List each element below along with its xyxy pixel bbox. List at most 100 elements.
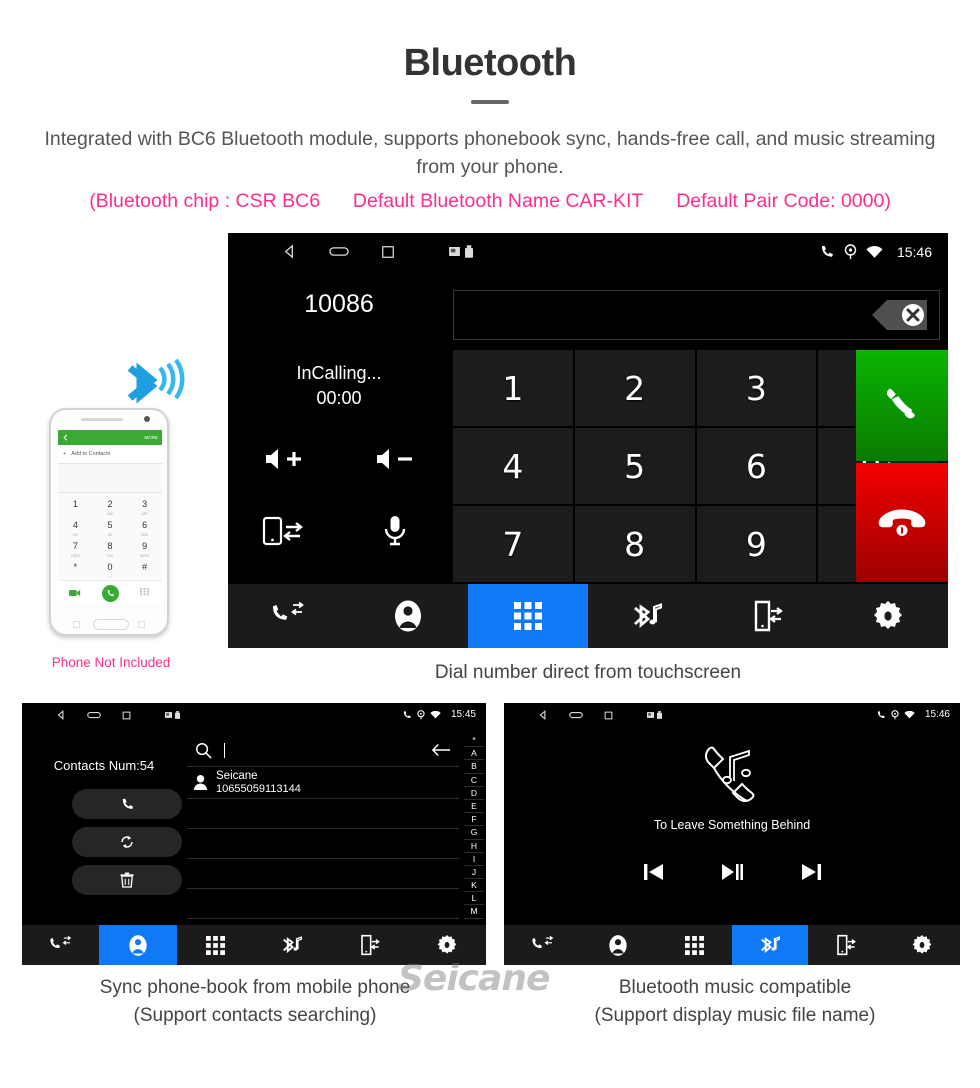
index-letter[interactable]: B [464, 760, 484, 774]
bluetooth-logo-icon [112, 346, 202, 412]
contacts-count: Contacts Num:54 [53, 758, 155, 773]
spec-pair-code: Default Pair Code: 0000) [676, 190, 891, 212]
location-icon [844, 244, 857, 259]
alphabet-index[interactable]: * A B C D E F G H I J K L M [464, 734, 484, 919]
next-track-button[interactable] [801, 863, 821, 886]
plus-icon: + [63, 451, 67, 457]
key-4[interactable]: 4 [453, 428, 573, 504]
volume-down-button[interactable] [339, 433, 450, 485]
contact-row-empty[interactable] [187, 829, 459, 859]
index-letter[interactable]: E [464, 800, 484, 814]
answer-call-button[interactable] [856, 350, 948, 461]
location-icon [417, 709, 425, 719]
key-7[interactable]: 7 [453, 506, 573, 582]
previous-icon [643, 864, 663, 880]
key-3[interactable]: 3 [696, 350, 817, 426]
index-letter[interactable]: F [464, 813, 484, 827]
nav-contacts[interactable] [580, 925, 656, 965]
nav-bluetooth-music[interactable] [588, 584, 708, 648]
key-2[interactable]: 2 [574, 350, 695, 426]
nav-keypad[interactable] [656, 925, 732, 965]
mobile-phone-illustration: MORE + Add to Contacts 1 2 ABC 3 DEF 4 GHI … [49, 408, 169, 636]
contacts-sync-button[interactable] [72, 827, 182, 857]
wifi-icon [866, 245, 883, 258]
phone-key: 3 DEF [141, 499, 148, 516]
dialer-caption: Dial number direct from touchscreen [434, 662, 742, 683]
search-icon [196, 743, 212, 759]
sd-card-icon [647, 712, 654, 718]
phone-key: * [73, 562, 78, 572]
nav-settings[interactable] [828, 584, 948, 648]
page-description: Integrated with BC6 Bluetooth module, su… [44, 128, 936, 178]
phone-key: 9 WXYZ [140, 541, 150, 558]
contacts-call-button[interactable] [72, 789, 182, 819]
contact-number: 10655059113144 [216, 782, 301, 795]
microphone-mute-button[interactable] [339, 505, 450, 557]
contact-row-empty[interactable] [187, 799, 459, 829]
phone-keypad-row: 1 2 ABC 3 DEF [58, 496, 162, 517]
key-8[interactable]: 8 [574, 506, 695, 582]
trash-icon [120, 872, 134, 888]
index-letter[interactable]: K [464, 879, 484, 893]
contact-row-empty[interactable] [187, 859, 459, 889]
key-6[interactable]: 6 [696, 428, 817, 504]
volume-up-button[interactable] [228, 433, 339, 485]
phone-screen: MORE + Add to Contacts 1 2 ABC 3 DEF 4 GHI … [58, 430, 162, 605]
nav-bluetooth-music[interactable] [732, 925, 808, 965]
contacts-list: Seicane 10655059113144 [187, 767, 459, 919]
sync-icon [121, 835, 133, 849]
status-time: 15:45 [450, 709, 476, 720]
end-call-button[interactable] [856, 463, 948, 582]
nav-call-log[interactable] [22, 925, 100, 965]
index-letter[interactable]: L [464, 892, 484, 906]
next-icon [801, 864, 821, 880]
phone-videocall-icon [58, 589, 93, 597]
backspace-button[interactable] [871, 298, 929, 337]
phone-transfer-icon [754, 600, 783, 632]
nav-contacts[interactable] [348, 584, 468, 648]
nav-contacts[interactable] [99, 925, 177, 965]
key-5[interactable]: 5 [574, 428, 695, 504]
contacts-delete-button[interactable] [72, 865, 182, 895]
contact-row[interactable]: Seicane 10655059113144 [187, 767, 459, 799]
nav-settings[interactable] [884, 925, 960, 965]
number-input-field[interactable] [453, 290, 940, 340]
phone-call-button [93, 584, 128, 602]
status-bar: 15:46 [504, 703, 960, 729]
index-letter[interactable]: J [464, 866, 484, 880]
phone-keypad: 1 2 ABC 3 DEF 4 GHI 5 JKL 6 MNO 7 PQRS 8 TUV 9W… [58, 493, 162, 580]
search-caret [224, 743, 225, 758]
index-letter[interactable]: H [464, 840, 484, 853]
status-time: 15:46 [896, 244, 932, 260]
index-letter[interactable]: D [464, 787, 484, 800]
gear-icon [912, 935, 932, 954]
bluetooth-music-icon [634, 603, 662, 629]
key-1[interactable]: 1 [453, 350, 573, 426]
phone-action-row [58, 580, 162, 605]
index-letter[interactable]: G [464, 826, 484, 840]
nav-phone-transfer[interactable] [808, 925, 884, 965]
index-letter[interactable]: M [464, 905, 484, 919]
nav-keypad[interactable] [468, 584, 588, 648]
call-log-icon [50, 935, 72, 948]
previous-track-button[interactable] [643, 863, 664, 886]
contact-row-empty[interactable] [187, 889, 459, 919]
contacts-search-bar[interactable] [187, 735, 459, 767]
index-letter[interactable]: A [464, 747, 484, 761]
index-letter[interactable]: * [464, 734, 484, 748]
index-letter[interactable]: C [464, 774, 484, 787]
nav-call-log[interactable] [228, 584, 348, 648]
android-back-icon [57, 710, 64, 720]
nav-phone-transfer[interactable] [708, 584, 828, 648]
key-9[interactable]: 9 [696, 506, 817, 582]
play-pause-button[interactable] [721, 863, 743, 886]
location-icon [891, 709, 899, 719]
phone-key: 1 [72, 499, 78, 509]
phone-menu-key [73, 621, 80, 628]
search-back-button[interactable] [431, 742, 451, 763]
transfer-audio-button[interactable] [228, 505, 339, 557]
nav-keypad[interactable] [176, 925, 254, 965]
nav-bluetooth-music[interactable] [253, 925, 332, 965]
phone-dialpad-icon [127, 588, 162, 598]
index-letter[interactable]: I [464, 853, 484, 866]
